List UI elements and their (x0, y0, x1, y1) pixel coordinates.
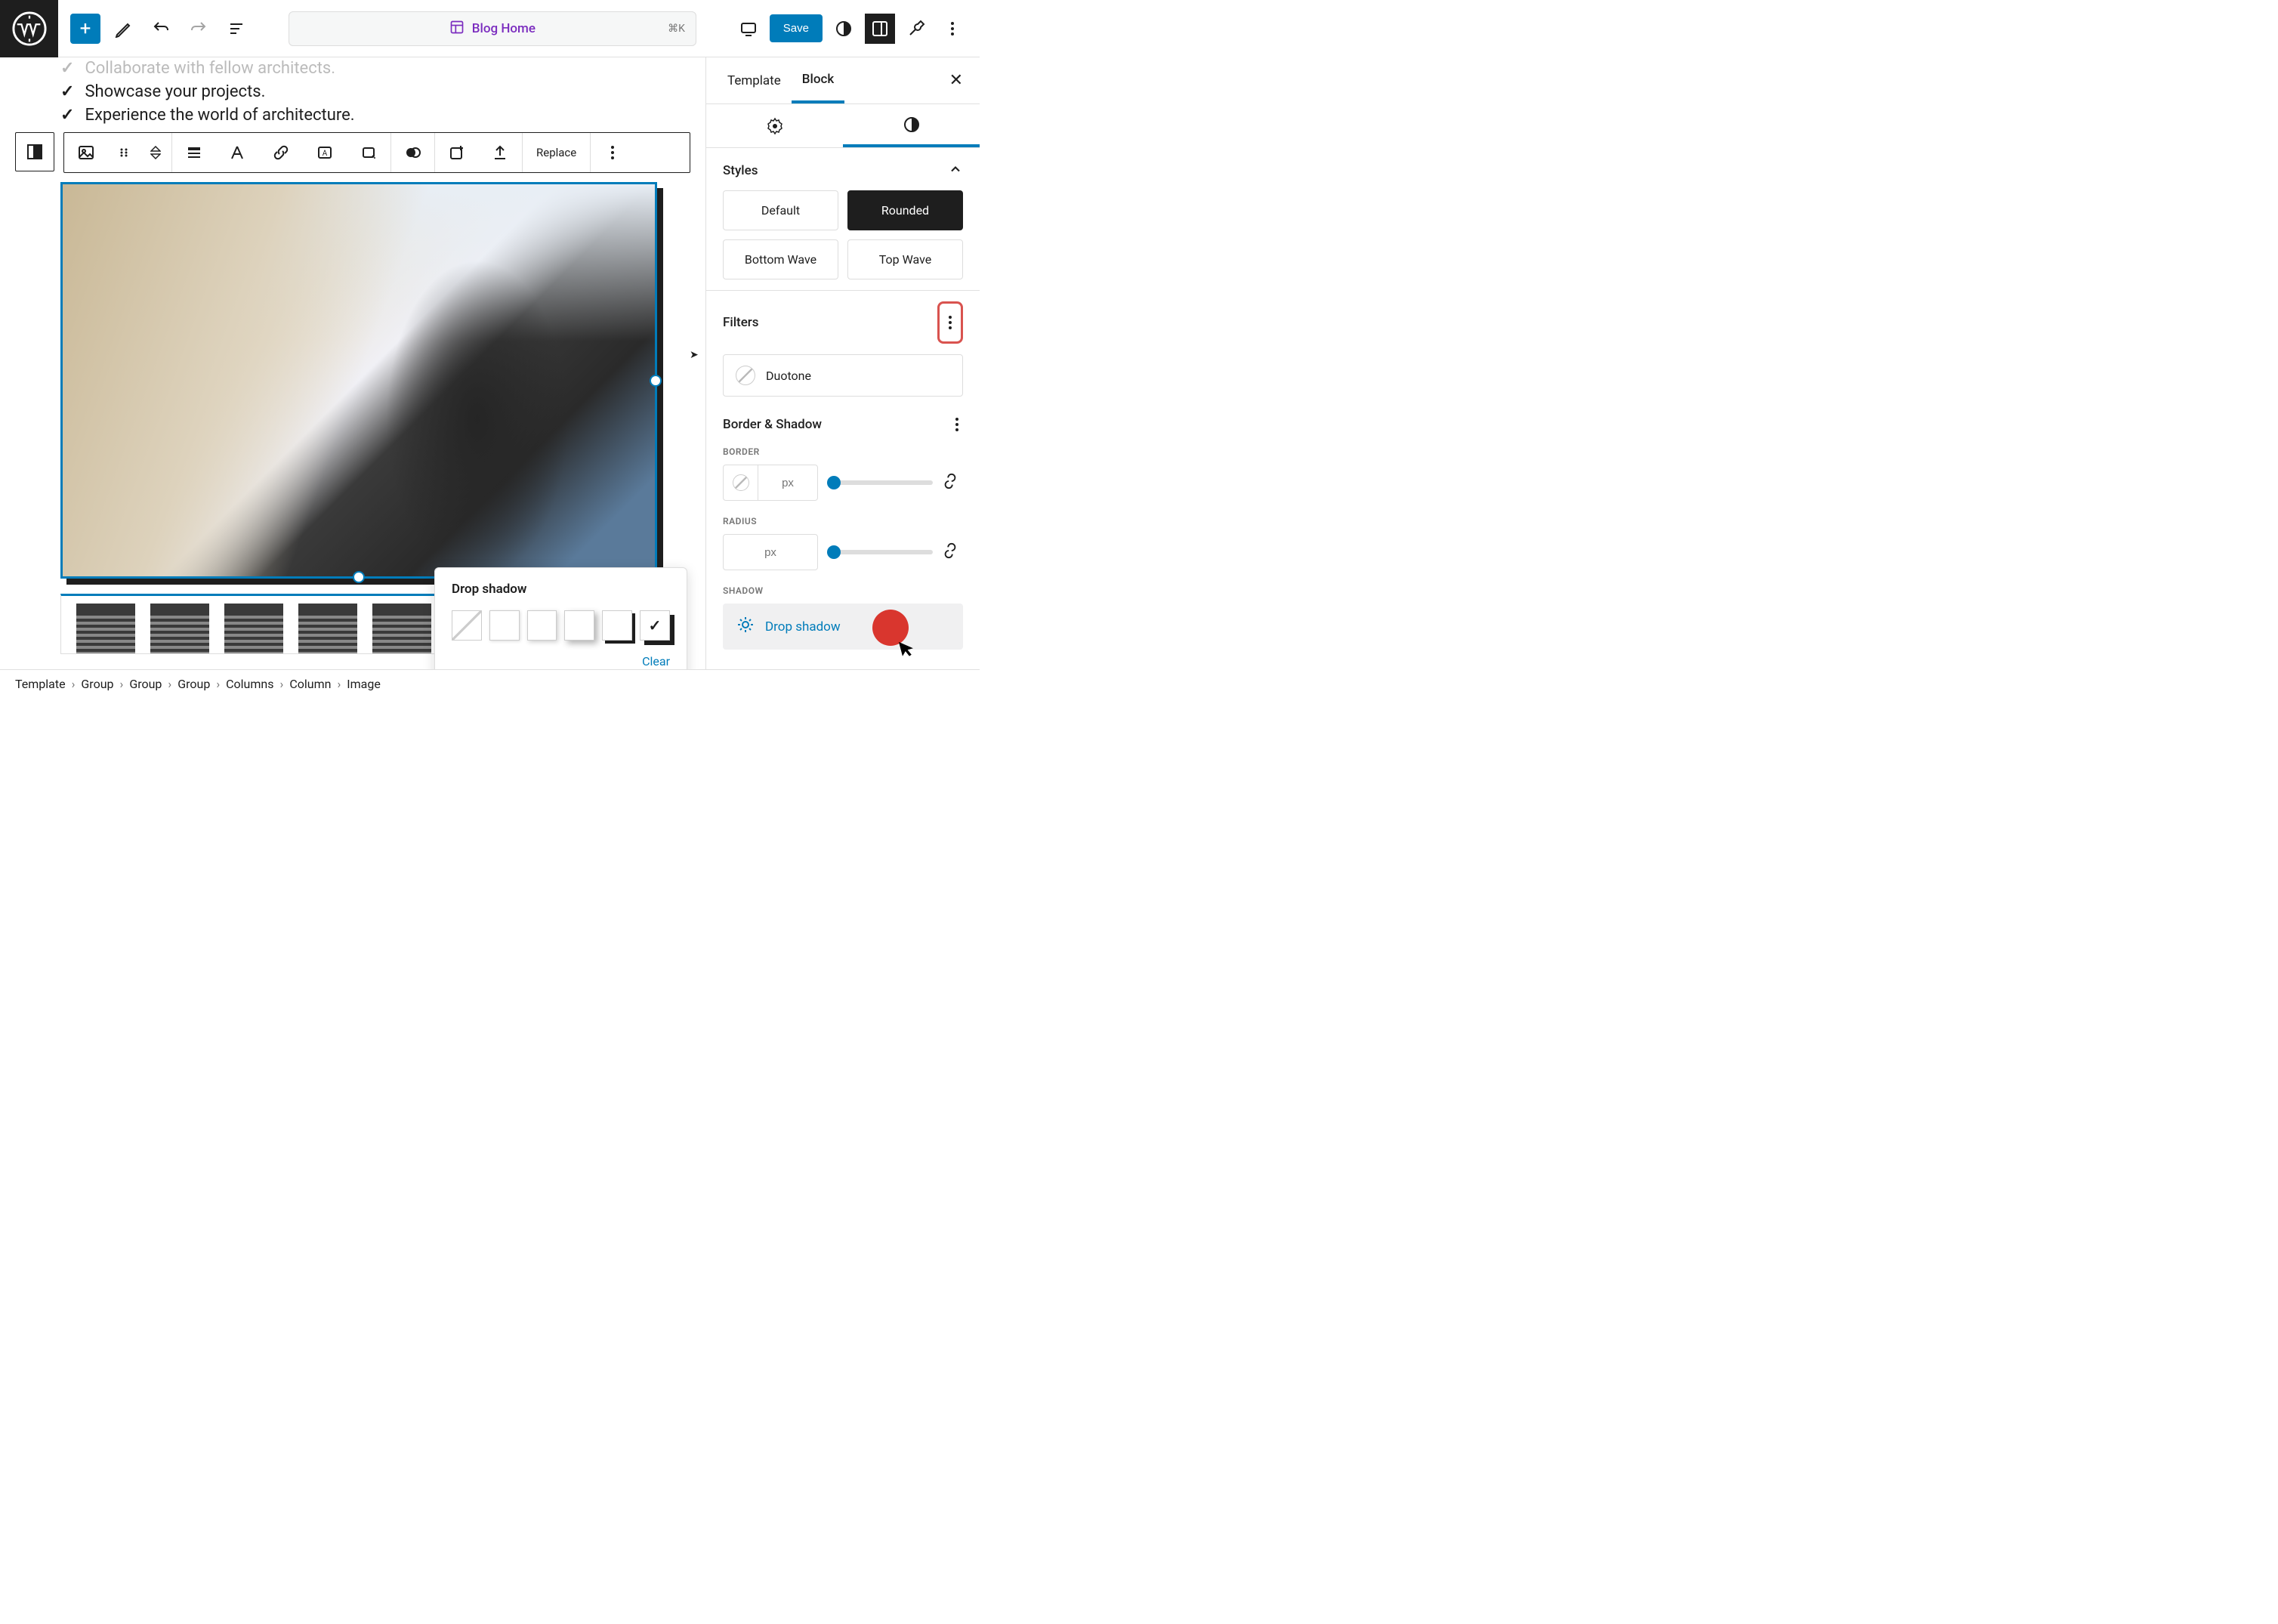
clear-shadow-link[interactable]: Clear (452, 654, 670, 668)
border-label: BORDER (723, 446, 963, 457)
drag-handle[interactable] (108, 133, 140, 172)
style-option-top-wave[interactable]: Top Wave (847, 239, 963, 279)
list-item[interactable]: Showcase your projects. (85, 82, 265, 101)
drop-shadow-label: Drop shadow (765, 619, 841, 634)
breadcrumb-item[interactable]: Image (347, 677, 381, 691)
shadow-option-2[interactable] (527, 610, 557, 641)
border-color-picker[interactable] (724, 465, 758, 500)
check-icon: ✓ (60, 106, 74, 125)
breadcrumb-item[interactable]: Template (15, 677, 66, 691)
shadow-option-none[interactable] (452, 610, 482, 641)
document-title: Blog Home (472, 21, 536, 36)
block-more-options[interactable] (590, 133, 634, 172)
radius-input[interactable] (724, 535, 817, 570)
block-type-image[interactable] (64, 133, 108, 172)
list-view-button[interactable] (221, 14, 252, 44)
duotone-filter-row[interactable]: Duotone (723, 354, 963, 397)
redo-button[interactable] (184, 14, 214, 44)
svg-text:A: A (323, 150, 328, 158)
subtab-settings[interactable] (706, 104, 843, 147)
options-menu-button[interactable] (937, 14, 968, 44)
breadcrumb: Template› Group› Group› Group› Columns› … (0, 669, 980, 698)
shadow-option-5[interactable] (640, 610, 670, 641)
style-option-default[interactable]: Default (723, 190, 838, 230)
list-item[interactable]: Collaborate with fellow architects. (85, 59, 335, 78)
style-option-rounded[interactable]: Rounded (847, 190, 963, 230)
border-shadow-options[interactable] (951, 413, 963, 436)
gallery-thumb[interactable] (372, 604, 431, 654)
resize-handle-right[interactable] (650, 375, 662, 387)
text-overlay-button[interactable]: A (303, 133, 347, 172)
parent-block-select[interactable] (15, 132, 54, 171)
document-title-bar[interactable]: Blog Home ⌘K (289, 11, 696, 46)
breadcrumb-item[interactable]: Group (129, 677, 162, 691)
list-item[interactable]: Experience the world of architecture. (85, 106, 354, 125)
align-button[interactable] (171, 133, 215, 172)
content-list: ✓ Collaborate with fellow architects. ✓ Sh… (60, 57, 690, 125)
styles-panel-title: Styles (723, 163, 758, 178)
wordpress-logo[interactable] (0, 0, 58, 57)
view-button[interactable] (733, 14, 764, 44)
shadow-option-3[interactable] (564, 610, 594, 641)
shadow-label: SHADOW (723, 585, 963, 596)
link-sides-icon[interactable] (942, 473, 963, 492)
breadcrumb-item[interactable]: Columns (226, 677, 273, 691)
check-icon: ✓ (60, 82, 74, 101)
save-button[interactable]: Save (770, 14, 823, 42)
chevron-up-icon[interactable] (948, 162, 963, 180)
breadcrumb-item[interactable]: Group (177, 677, 210, 691)
undo-button[interactable] (146, 14, 176, 44)
crop-button[interactable] (347, 133, 390, 172)
subtab-styles[interactable] (843, 104, 980, 147)
tab-block[interactable]: Block (792, 58, 844, 103)
gallery-thumb[interactable] (150, 604, 209, 654)
radius-slider[interactable] (827, 550, 933, 554)
tools-button[interactable] (901, 14, 931, 44)
border-shadow-title: Border & Shadow (723, 417, 822, 432)
link-button[interactable] (259, 133, 303, 172)
move-updown[interactable] (140, 133, 171, 172)
filters-panel-title: Filters (723, 315, 759, 330)
edit-mode-button[interactable] (108, 14, 138, 44)
style-option-bottom-wave[interactable]: Bottom Wave (723, 239, 838, 279)
breadcrumb-item[interactable]: Group (81, 677, 113, 691)
cursor-icon: ➤ (690, 349, 699, 361)
shadow-option-4[interactable] (602, 610, 632, 641)
duotone-label: Duotone (766, 369, 811, 383)
radius-label: RADIUS (723, 516, 963, 526)
gallery-thumb[interactable] (224, 604, 283, 654)
close-sidebar-button[interactable]: ✕ (943, 65, 969, 96)
tab-template[interactable]: Template (717, 60, 792, 102)
check-icon: ✓ (60, 59, 74, 78)
global-styles-button[interactable] (829, 14, 859, 44)
duotone-swatch-icon (736, 366, 755, 385)
image-block[interactable] (60, 182, 657, 579)
upload-button[interactable] (478, 133, 522, 172)
command-shortcut: ⌘K (668, 23, 685, 35)
link-radius-icon[interactable] (942, 542, 963, 562)
filters-options-button[interactable] (937, 301, 963, 344)
drop-shadow-popover: Drop shadow Clear (434, 567, 687, 669)
border-width-input[interactable] (758, 465, 817, 500)
sun-icon (736, 616, 755, 638)
drop-shadow-button[interactable]: Drop shadow (723, 604, 963, 650)
replace-button[interactable]: Replace (522, 133, 590, 172)
add-block-button[interactable]: + (70, 14, 100, 44)
resize-handle-bottom[interactable] (353, 571, 365, 583)
shadow-option-1[interactable] (489, 610, 520, 641)
add-media-button[interactable] (434, 133, 478, 172)
breadcrumb-item[interactable]: Column (289, 677, 331, 691)
gallery-thumb[interactable] (76, 604, 135, 654)
settings-panel-button[interactable] (865, 14, 895, 44)
template-icon (449, 20, 465, 38)
cursor-icon (895, 636, 921, 665)
popover-title: Drop shadow (452, 582, 670, 597)
duotone-button[interactable] (390, 133, 434, 172)
caption-button[interactable] (215, 133, 259, 172)
gallery-thumb[interactable] (298, 604, 357, 654)
border-width-slider[interactable] (827, 480, 933, 485)
